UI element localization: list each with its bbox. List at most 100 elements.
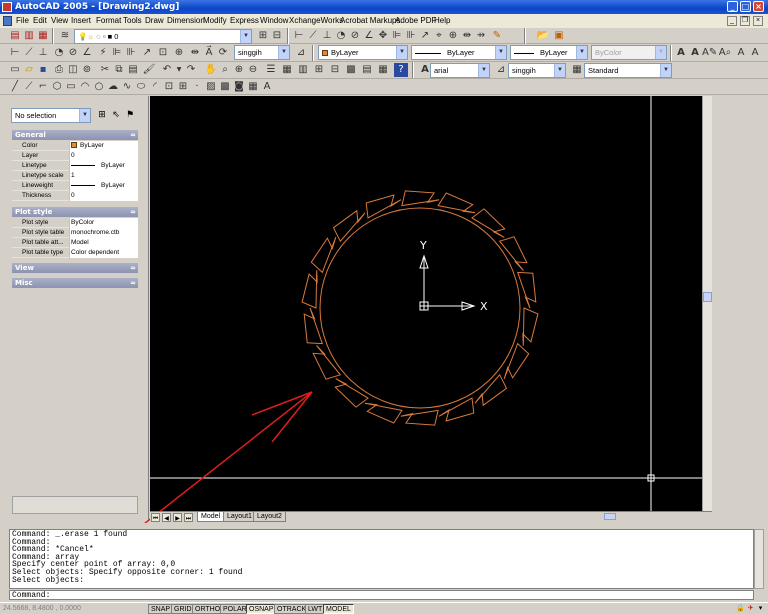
vane[interactable] xyxy=(334,378,369,408)
revision-cloud-icon[interactable]: ☁ xyxy=(106,80,120,94)
tray-settings-icon[interactable]: ▾ xyxy=(756,604,765,613)
help-icon[interactable]: ? xyxy=(394,63,408,77)
menu-window[interactable]: Window xyxy=(260,14,288,28)
minimize-button[interactable]: _ xyxy=(727,1,738,12)
model-toggle[interactable]: MODEL xyxy=(323,604,354,614)
dim-continue-icon[interactable]: ⊪ xyxy=(124,46,138,60)
section-plot-style[interactable]: Plot style ≈ xyxy=(12,207,138,217)
make-object-layer-current-icon[interactable]: ⊞ xyxy=(256,29,270,43)
vane[interactable] xyxy=(503,342,530,379)
otrack-toggle[interactable]: OTRACK xyxy=(274,604,310,614)
xchange-icon[interactable]: ✎ xyxy=(490,29,504,43)
text-style-icon[interactable]: A xyxy=(734,46,748,60)
point-icon[interactable]: · xyxy=(190,80,204,94)
hatch-icon[interactable]: ▨ xyxy=(204,80,218,94)
scale-text-icon[interactable]: A xyxy=(748,46,762,60)
maximize-button[interactable]: □ xyxy=(740,1,751,12)
vane[interactable] xyxy=(310,237,337,274)
tab-layout1[interactable]: Layout1 xyxy=(223,512,256,522)
text-style-combo[interactable]: arial ▼ xyxy=(430,63,490,78)
last-tab-icon[interactable]: ⏭ xyxy=(184,513,193,522)
polygon-icon[interactable]: ⬡ xyxy=(50,80,64,94)
vane[interactable] xyxy=(364,402,403,424)
open-icon[interactable]: ▱ xyxy=(22,63,36,77)
dim-ordinate-icon[interactable]: ⊥ xyxy=(36,46,50,60)
dim-center-icon[interactable]: ⊕ xyxy=(172,46,186,60)
zoom-previous-icon[interactable]: ⊖ xyxy=(246,63,260,77)
open-folder-icon[interactable]: 📂 xyxy=(536,29,550,43)
construction-line-icon[interactable]: ⟋ xyxy=(22,80,36,94)
layer-manager-icon[interactable]: ≋ xyxy=(58,29,72,43)
prop-row[interactable]: Plot table type Color dependent xyxy=(12,248,138,258)
horizontal-scrollbar[interactable] xyxy=(280,511,700,522)
prop-row[interactable]: Color ByLayer xyxy=(12,141,138,151)
tool-palettes-icon[interactable]: ▥ xyxy=(296,63,310,77)
arc-icon[interactable]: ◠ xyxy=(78,80,92,94)
baseline-dim-icon[interactable]: ⊫ xyxy=(390,29,404,43)
scroll-thumb[interactable] xyxy=(604,513,616,520)
draw-table-icon[interactable]: ▦ xyxy=(246,80,260,94)
quickcalc-icon[interactable]: ▩ xyxy=(344,63,358,77)
dim-aligned-icon[interactable]: ⟋ xyxy=(22,46,36,60)
vane[interactable] xyxy=(401,190,440,207)
continue-dim-icon[interactable]: ⊪ xyxy=(404,29,418,43)
paste-icon[interactable]: ▤ xyxy=(126,63,140,77)
gradient-icon[interactable]: ▩ xyxy=(218,80,232,94)
prev-tab-icon[interactable]: ◀ xyxy=(162,513,171,522)
menu-express[interactable]: Express xyxy=(230,14,259,28)
menu-adobe-pdf[interactable]: Adobe PDF xyxy=(395,14,436,28)
prop-row[interactable]: Linetype scale 1 xyxy=(12,171,138,181)
dbconnect-icon[interactable]: ▤ xyxy=(360,63,374,77)
vane[interactable] xyxy=(471,208,506,238)
coordinate-readout[interactable]: 24.5668, 8.4800 , 0.0000 xyxy=(3,604,81,614)
cut-icon[interactable]: ✂ xyxy=(98,63,112,77)
layer-combo[interactable]: 💡☼ ◌ ▫ ■ 0 ▼ xyxy=(74,29,252,44)
circle-icon[interactable]: ○ xyxy=(92,80,106,94)
prop-row[interactable]: Plot style ByColor xyxy=(12,218,138,228)
quick-select-icon[interactable]: ⚑ xyxy=(124,109,136,121)
markup-set-icon[interactable]: ⊟ xyxy=(328,63,342,77)
zoom-window-icon[interactable]: ⊕ xyxy=(232,63,246,77)
pdf-icon[interactable]: ▤ xyxy=(8,29,22,43)
table-style-combo[interactable]: Standard ▼ xyxy=(584,63,672,78)
save-icon[interactable]: ▪ xyxy=(36,63,50,77)
single-text-icon[interactable]: A xyxy=(688,46,702,60)
menu-modify[interactable]: Modify xyxy=(203,14,227,28)
drawing-canvas[interactable]: Y X xyxy=(150,96,702,511)
pan-icon[interactable]: ✋ xyxy=(204,63,218,77)
linetype-combo[interactable]: ByLayer ▼ xyxy=(411,45,507,60)
menu-acrobat-markups[interactable]: Acrobat Markups xyxy=(340,14,400,28)
menu-draw[interactable]: Draw xyxy=(145,14,164,28)
doc-close-button[interactable]: × xyxy=(753,16,763,26)
find-text-icon[interactable]: A⌕ xyxy=(718,46,732,60)
center-mark-icon[interactable]: ⊕ xyxy=(446,29,460,43)
aligned-dim-icon[interactable]: ⟋ xyxy=(306,29,320,43)
selection-combo[interactable]: No selection ▼ xyxy=(11,108,91,123)
quick-dim-icon[interactable]: ✥ xyxy=(376,29,390,43)
pdf-convert-icon[interactable]: ▦ xyxy=(36,29,50,43)
vane[interactable] xyxy=(437,192,476,214)
pdf-mail-icon[interactable]: ▥ xyxy=(22,29,36,43)
doc-minimize-button[interactable]: _ xyxy=(727,16,737,26)
line-icon[interactable]: ╱ xyxy=(8,80,22,94)
zoom-realtime-icon[interactable]: ⌕ xyxy=(218,63,232,77)
menu-edit[interactable]: Edit xyxy=(33,14,47,28)
snap-toggle[interactable]: SNAP xyxy=(148,604,174,614)
first-tab-icon[interactable]: ⏮ xyxy=(151,513,160,522)
leader-icon[interactable]: ↗ xyxy=(418,29,432,43)
sheet-set-icon[interactable]: ⊞ xyxy=(312,63,326,77)
vane[interactable] xyxy=(522,307,539,346)
match-properties-icon[interactable]: 🖌 xyxy=(142,63,156,77)
dim-quick-icon[interactable]: ⚡ xyxy=(96,46,110,60)
document-icon[interactable] xyxy=(3,16,12,26)
plot-icon[interactable]: ⎙ xyxy=(52,63,66,77)
dimstyle-manager-icon[interactable]: ⊿ xyxy=(294,46,308,60)
publish-icon[interactable]: ⊚ xyxy=(80,63,94,77)
color-combo[interactable]: ByLayer ▼ xyxy=(318,45,408,60)
doc-restore-button[interactable]: ❐ xyxy=(740,16,750,26)
ortho-toggle[interactable]: ORTHO xyxy=(192,604,224,614)
autocad-app-icon[interactable] xyxy=(2,2,12,12)
toggle-pickadd-icon[interactable]: ⊞ xyxy=(96,109,108,121)
vertical-scrollbar[interactable] xyxy=(702,96,712,511)
design-center-icon[interactable]: ▦ xyxy=(280,63,294,77)
